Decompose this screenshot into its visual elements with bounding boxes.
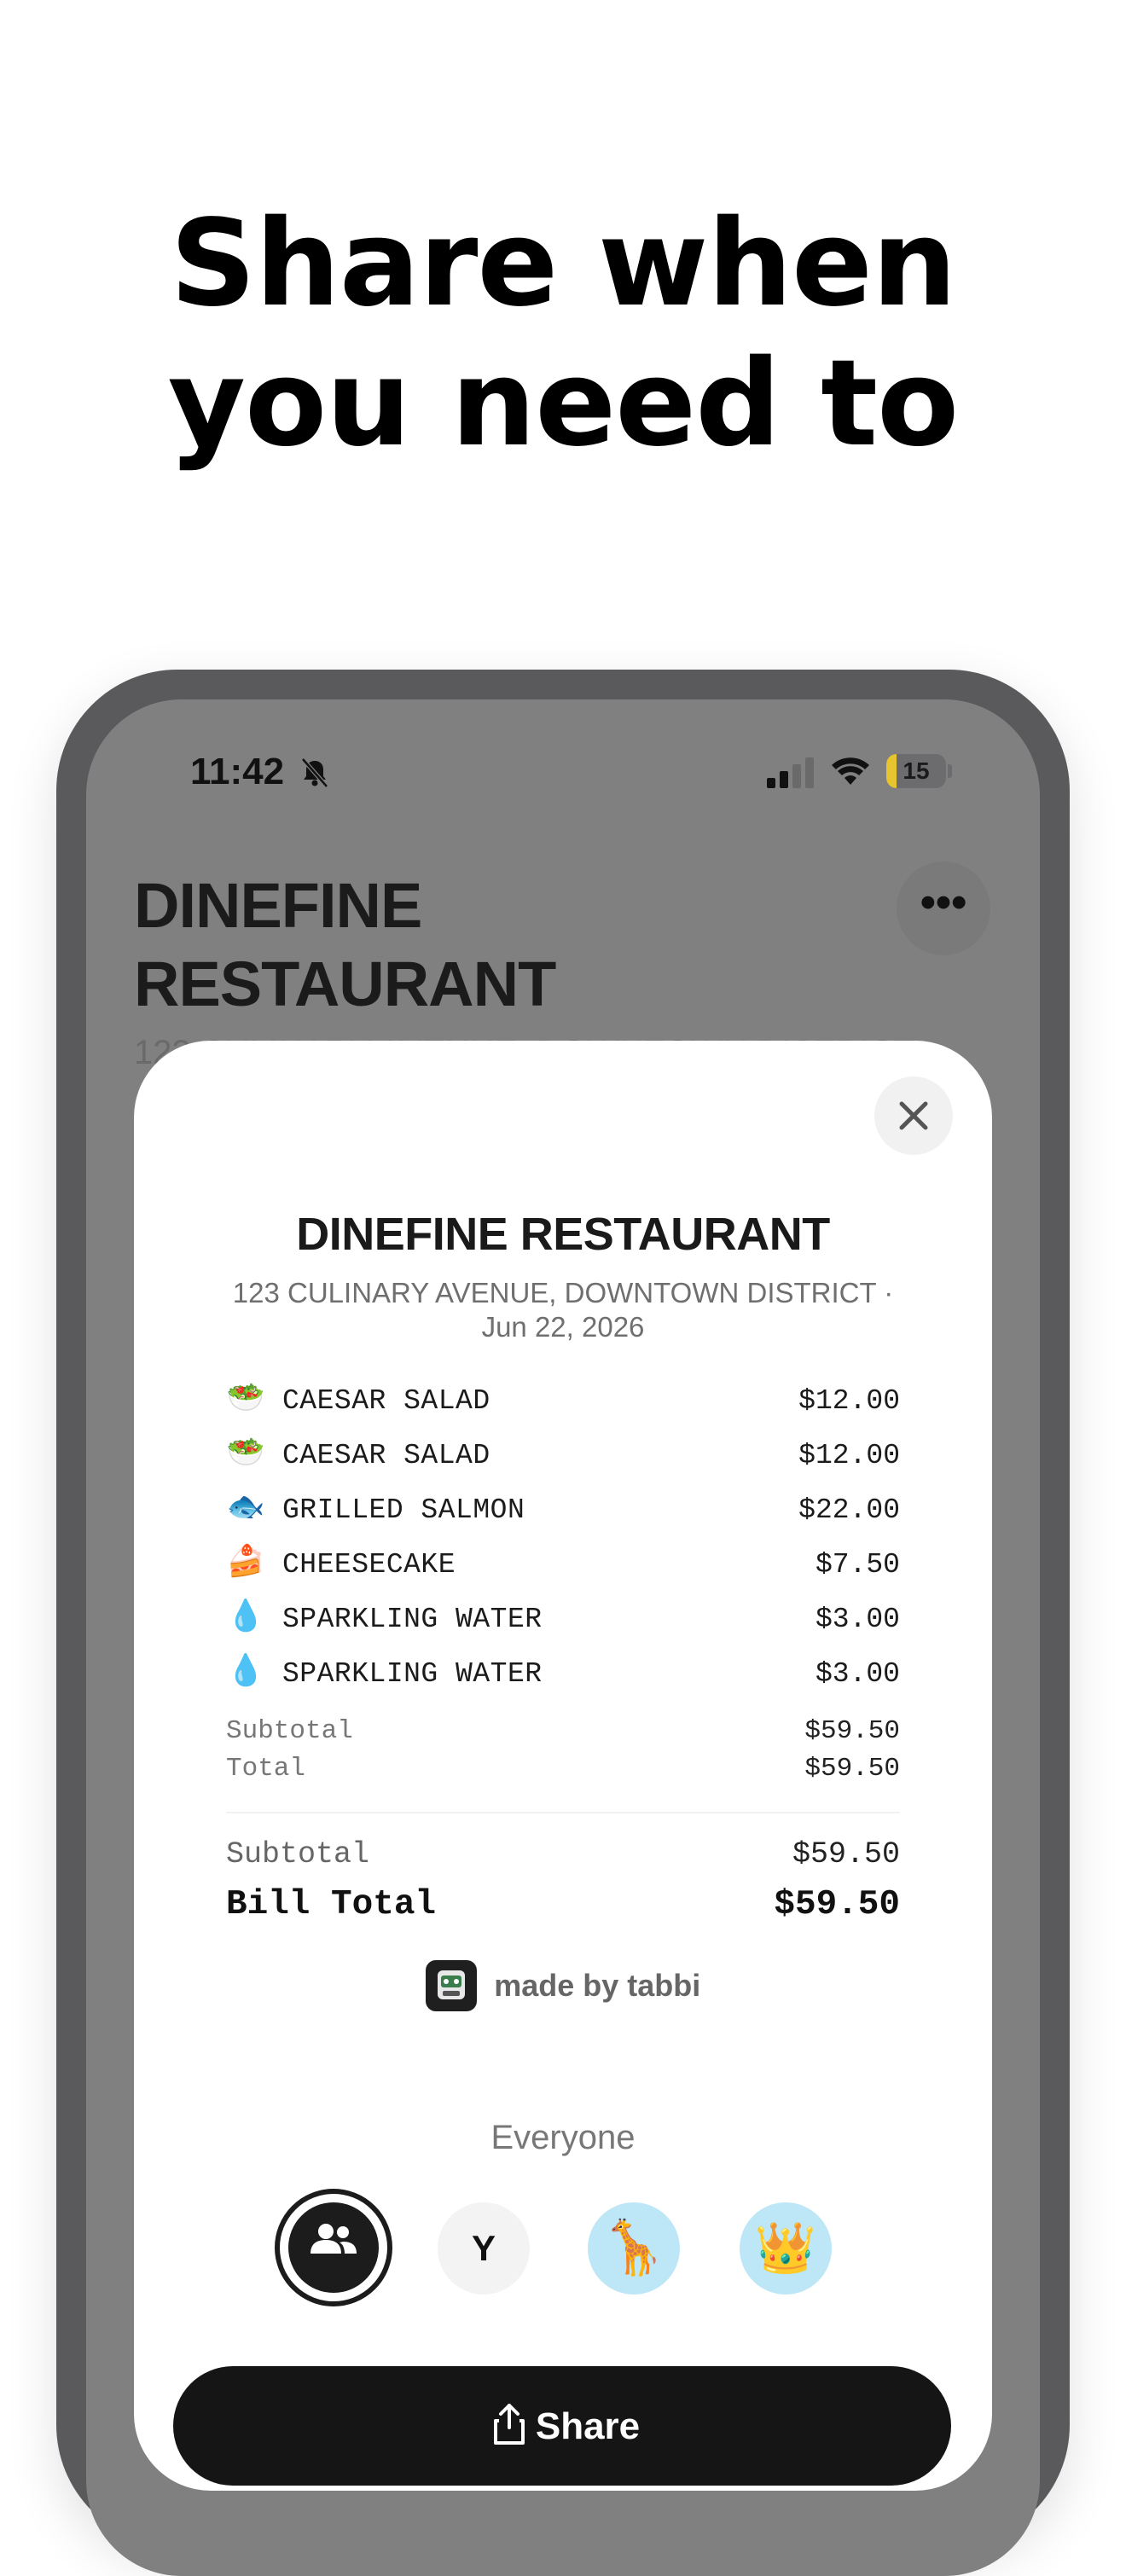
divider — [226, 1812, 900, 1813]
item-price: $3.00 — [815, 1604, 900, 1635]
tabbi-logo-icon — [425, 1960, 477, 2011]
made-by-text: made by tabbi — [494, 1968, 701, 2003]
bill-total-label: Bill Total — [226, 1885, 437, 1924]
share-button-label: Share — [535, 2405, 641, 2447]
salad-icon: 🥗 — [226, 1436, 265, 1471]
status-time: 11:42 — [190, 751, 285, 792]
cake-icon: 🍰 — [226, 1546, 265, 1581]
total-label: Total — [226, 1754, 306, 1784]
item-price: $12.00 — [798, 1440, 900, 1471]
receipt-item: 💧 SPARKLING WATER $3.00 — [226, 1650, 900, 1704]
item-price: $3.00 — [815, 1658, 900, 1690]
share-button[interactable]: Share — [173, 2366, 951, 2486]
item-name: CAESAR SALAD — [282, 1440, 490, 1471]
bill-total-row: Bill Total $59.50 — [226, 1885, 900, 1931]
subtotal-row: Subtotal $59.50 — [226, 1716, 900, 1754]
item-name: CHEESECAKE — [282, 1549, 456, 1581]
receipt-sums: Subtotal $59.50 Total $59.50 — [226, 1716, 900, 1791]
avatar-user-y[interactable]: Y — [438, 2202, 530, 2295]
item-name: SPARKLING WATER — [282, 1658, 543, 1690]
total-value: $59.50 — [804, 1754, 900, 1784]
bell-muted-icon — [301, 757, 328, 788]
battery-level: 15 — [903, 757, 930, 784]
salad-icon: 🥗 — [226, 1382, 265, 1417]
selected-recipient-label: Everyone — [490, 2119, 636, 2156]
receipt-item: 🥗 CAESAR SALAD $12.00 — [226, 1431, 900, 1486]
receipt-address: 123 CULINARY AVENUE, DOWNTOWN DISTRICT ·… — [134, 1276, 992, 1344]
wifi-icon — [832, 757, 869, 785]
avatar-everyone[interactable] — [275, 2189, 392, 2306]
subtotal-label: Subtotal — [226, 1716, 353, 1746]
page-title-line-2: RESTAURANT — [134, 949, 556, 1019]
battery-indicator: 15 — [886, 754, 946, 788]
receipt-date: Jun 22, 2026 — [481, 1311, 645, 1343]
receipt-item: 💧 SPARKLING WATER $3.00 — [226, 1595, 900, 1650]
water-drop-icon: 💧 — [226, 1600, 265, 1635]
item-name: SPARKLING WATER — [282, 1604, 543, 1635]
page-title-line-1: DINEFINE — [134, 870, 422, 941]
summary-subtotal-label: Subtotal — [226, 1837, 370, 1871]
receipt-items: 🥗 CAESAR SALAD $12.00 🥗 CAESAR SALAD $12… — [226, 1377, 900, 1704]
item-price: $7.50 — [815, 1549, 900, 1581]
group-icon — [311, 2224, 357, 2254]
more-options-button[interactable]: ••• — [897, 862, 990, 955]
water-drop-icon: 💧 — [226, 1655, 265, 1690]
signal-icon — [767, 757, 814, 788]
close-button[interactable] — [874, 1076, 953, 1155]
share-sheet: DINEFINE RESTAURANT 123 CULINARY AVENUE,… — [134, 1041, 992, 2491]
receipt-item: 🥗 CAESAR SALAD $12.00 — [226, 1377, 900, 1431]
receipt-item: 🍰 CHEESECAKE $7.50 — [226, 1540, 900, 1595]
item-price: $12.00 — [798, 1385, 900, 1417]
item-price: $22.00 — [798, 1494, 900, 1526]
fish-icon: 🐟 — [226, 1491, 265, 1526]
receipt-address-line: 123 CULINARY AVENUE, DOWNTOWN DISTRICT · — [232, 1277, 894, 1308]
battery-tip — [948, 764, 952, 778]
summary-subtotal-row: Subtotal $59.50 — [226, 1837, 900, 1880]
made-by-badge: made by tabbi — [134, 1960, 992, 2015]
avatar-giraffe[interactable]: 🦒 — [588, 2202, 680, 2295]
avatar-crown[interactable]: 👑 — [740, 2202, 832, 2295]
headline-line-1: Share when — [170, 194, 956, 334]
receipt-item: 🐟 GRILLED SALMON $22.00 — [226, 1486, 900, 1540]
headline: Share when you need to — [0, 194, 1126, 474]
total-row: Total $59.50 — [226, 1754, 900, 1791]
item-name: CAESAR SALAD — [282, 1385, 490, 1417]
close-icon — [899, 1101, 928, 1130]
item-name: GRILLED SALMON — [282, 1494, 525, 1526]
page-title: DINEFINE RESTAURANT — [134, 867, 556, 1024]
receipt-restaurant-name: DINEFINE RESTAURANT — [296, 1209, 830, 1260]
summary-subtotal-value: $59.50 — [792, 1837, 900, 1871]
bill-total-value: $59.50 — [774, 1885, 900, 1924]
subtotal-value: $59.50 — [804, 1716, 900, 1746]
headline-line-2: you need to — [167, 334, 959, 473]
